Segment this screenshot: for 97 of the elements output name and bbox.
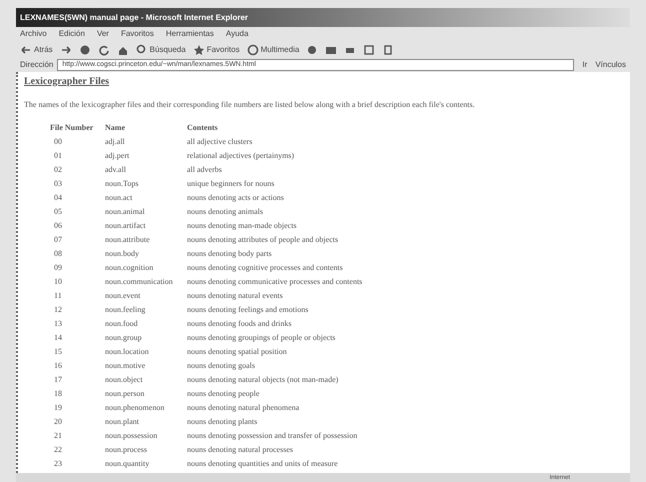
table-cell: noun.animal — [105, 205, 187, 219]
table-cell: noun.possession — [105, 429, 187, 443]
table-cell: 20 — [50, 415, 105, 429]
table-cell: noun.communication — [105, 275, 187, 289]
table-cell: 05 — [50, 205, 105, 219]
toolbar-button[interactable]: Multimedia — [246, 44, 300, 56]
table-cell: noun.event — [105, 289, 187, 303]
table-cell-text: nouns denoting attributes of people and objects — [187, 234, 340, 246]
table-cell: noun.cognition — [105, 261, 187, 275]
table-cell: 22 — [50, 443, 105, 457]
table-cell: 12 — [50, 303, 105, 317]
favorites-icon — [192, 44, 205, 56]
table-cell: 06 — [50, 219, 105, 233]
table-cell-text: all adverbs — [187, 164, 223, 176]
menu-item[interactable]: Ayuda — [226, 28, 248, 40]
table-cell-text: relational adjectives (pertainyms) — [187, 150, 296, 162]
table-cell-text: nouns denoting feelings and emotions — [187, 304, 310, 316]
table-cell: noun.Tops — [105, 177, 187, 191]
table-cell: noun.body — [105, 247, 187, 261]
menu-item[interactable]: Ver — [96, 28, 109, 40]
table-cell: 09 — [50, 261, 105, 275]
table-cell: 01 — [50, 149, 105, 163]
toolbar-button[interactable] — [60, 44, 72, 56]
table-cell: 14 — [50, 331, 105, 345]
table-cell: noun.artifact — [105, 219, 187, 233]
table-cell: 13 — [50, 317, 105, 331]
column-header: Name — [105, 121, 187, 135]
table-cell-text: nouns denoting cognitive processes and contents — [187, 262, 344, 274]
menu-item[interactable]: Favoritos — [120, 28, 154, 40]
column-header: File Number — [50, 121, 105, 135]
table-cell: noun.object — [105, 373, 187, 387]
table-cell: noun.quantity — [105, 457, 187, 471]
toolbar-button[interactable] — [98, 44, 110, 56]
table-cell: 15 — [50, 345, 105, 359]
table-cell-text: nouns denoting spatial position — [187, 346, 288, 358]
table-cell: 10 — [50, 275, 105, 289]
table-cell: noun.process — [105, 443, 187, 457]
refresh-icon — [98, 44, 110, 56]
table-cell: 17 — [50, 373, 105, 387]
column-header: Contents — [187, 122, 219, 134]
table-cell: 18 — [50, 387, 105, 401]
table-cell-text: nouns denoting body parts — [187, 248, 273, 260]
intro-paragraph: The names of the lexicographer files and their corresponding file numbers are listed below along with a brief description each file's contents. — [24, 99, 476, 111]
table-cell-text: nouns denoting man-made objects — [187, 220, 298, 232]
back-icon — [20, 44, 32, 56]
table-cell: 07 — [50, 233, 105, 247]
table-cell-text: all adjective clusters — [187, 136, 254, 148]
table-cell-text: nouns denoting natural events — [187, 290, 284, 302]
table-cell: 03 — [50, 177, 105, 191]
table-cell: adv.all — [105, 163, 187, 177]
table-cell: noun.act — [105, 191, 187, 205]
table-cell: noun.attribute — [105, 233, 187, 247]
table-cell-text: nouns denoting people — [187, 388, 260, 400]
table-cell-text: nouns denoting communicative processes and contents — [187, 276, 362, 288]
table-cell: 08 — [50, 247, 105, 261]
menu-item[interactable]: Edición — [58, 28, 85, 40]
table-cell: adj.pert — [105, 149, 187, 163]
toolbar-button[interactable]: Atrás — [20, 44, 53, 56]
table-cell: noun.person — [105, 387, 187, 401]
table-cell-text: nouns denoting foods and drinks — [187, 318, 292, 330]
table-cell-text: nouns denoting acts or actions — [187, 192, 285, 204]
table-cell: 11 — [50, 289, 105, 303]
toolbar-button[interactable]: Búsqueda — [136, 44, 186, 56]
table-cell-text: nouns denoting goals — [187, 360, 256, 372]
table-cell: 23 — [50, 457, 105, 471]
table-cell: 02 — [50, 163, 105, 177]
table-cell: noun.feeling — [105, 303, 187, 317]
table-cell: adj.all — [105, 135, 187, 149]
table-cell-text: nouns denoting possession and transfer of possession — [187, 430, 358, 442]
table-cell-text: nouns denoting plants — [187, 416, 258, 428]
table-cell-text: nouns denoting animals — [187, 206, 264, 218]
table-cell: noun.motive — [105, 359, 187, 373]
window-title: LEXNAMES(5WN) manual page - Microsoft Internet Explorer — [20, 12, 248, 24]
menu-item[interactable]: Herramientas — [166, 28, 214, 40]
table-cell-text: nouns denoting groupings of people or objects — [187, 332, 336, 344]
menu-item[interactable]: Archivo — [20, 28, 47, 40]
table-cell-text: unique beginners for nouns — [187, 178, 276, 190]
table-cell-text: nouns denoting natural processes — [187, 444, 294, 456]
forward-icon — [60, 44, 72, 56]
table-cell: noun.location — [105, 345, 187, 359]
links-label[interactable]: Vínculos — [595, 59, 626, 71]
table-cell: noun.plant — [105, 415, 187, 429]
table-cell: noun.food — [105, 317, 187, 331]
table-cell-text: nouns denoting natural phenomena — [187, 402, 300, 414]
table-cell: 19 — [50, 401, 105, 415]
table-cell: 00 — [50, 135, 105, 149]
table-cell: 16 — [50, 359, 105, 373]
table-cell-text: nouns denoting quantities and units of measure — [187, 458, 339, 470]
table-cell: 04 — [50, 191, 105, 205]
go-button[interactable]: Ir — [578, 59, 592, 71]
table-cell: 21 — [50, 429, 105, 443]
table-cell: noun.phenomenon — [105, 401, 187, 415]
toolbar-button[interactable]: Favoritos — [192, 44, 240, 56]
table-cell: noun.group — [105, 331, 187, 345]
page-heading: Lexicographer Files — [24, 75, 110, 89]
table-cell-text: nouns denoting natural objects (not man-made) — [187, 374, 340, 386]
address-label: Dirección — [20, 59, 54, 71]
